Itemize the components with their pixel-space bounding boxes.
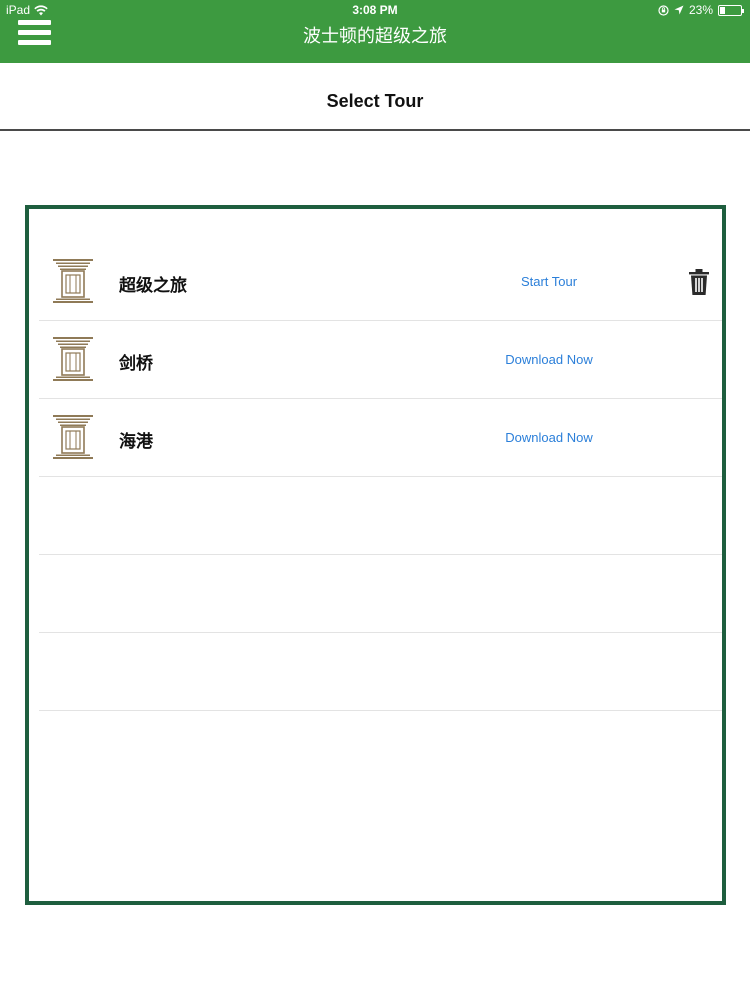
tour-panel: 超级之旅 Start Tour 剑桥 Download Now 海港 Downl… bbox=[25, 205, 726, 905]
tour-action-link[interactable]: Start Tour bbox=[449, 274, 649, 289]
battery-percent: 23% bbox=[688, 3, 713, 17]
tour-row[interactable]: 超级之旅 Start Tour bbox=[39, 243, 722, 321]
status-time: 3:08 PM bbox=[352, 3, 398, 17]
tour-action-link[interactable]: Download Now bbox=[449, 430, 649, 445]
tour-row[interactable]: 剑桥 Download Now bbox=[39, 321, 722, 399]
subheader: Select Tour bbox=[0, 63, 750, 131]
battery-fill bbox=[720, 6, 725, 14]
building-column-icon bbox=[53, 259, 93, 303]
tour-name: 超级之旅 bbox=[119, 276, 187, 296]
nav-title: 波士顿的超级之旅 bbox=[303, 26, 447, 47]
tour-row[interactable]: 海港 Download Now bbox=[39, 399, 722, 477]
status-right: 23% bbox=[658, 3, 744, 17]
tour-name: 剑桥 bbox=[119, 354, 153, 374]
empty-row bbox=[39, 555, 722, 633]
page-title: Select Tour bbox=[326, 91, 424, 111]
empty-row bbox=[39, 633, 722, 711]
trash-icon[interactable] bbox=[689, 269, 709, 295]
empty-row bbox=[39, 477, 722, 555]
location-arrow-icon bbox=[674, 5, 684, 15]
orientation-lock-icon bbox=[658, 4, 669, 16]
nav-bar: 波士顿的超级之旅 bbox=[0, 20, 750, 63]
building-column-icon bbox=[53, 415, 93, 459]
status-bar: iPad 3:08 PM 23% bbox=[0, 0, 750, 20]
tour-list: 超级之旅 Start Tour 剑桥 Download Now 海港 Downl… bbox=[39, 243, 722, 711]
battery-icon bbox=[718, 4, 744, 16]
tour-name: 海港 bbox=[119, 432, 153, 452]
building-column-icon bbox=[53, 337, 93, 381]
tour-action-link[interactable]: Download Now bbox=[449, 352, 649, 367]
